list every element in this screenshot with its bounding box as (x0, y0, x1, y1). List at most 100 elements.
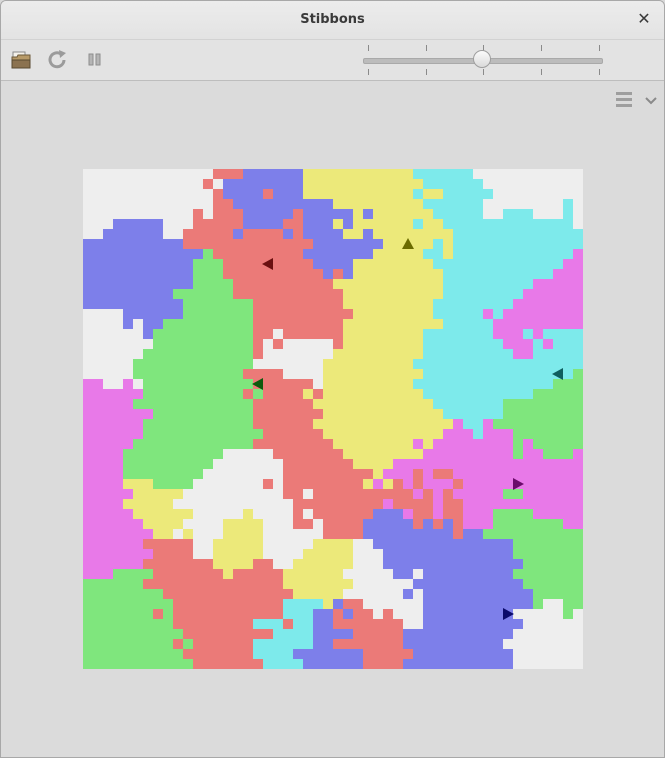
world-patch (383, 549, 393, 559)
world-patch (403, 229, 413, 239)
world-patch (163, 639, 173, 649)
world-patch (163, 389, 173, 399)
world-patch (483, 509, 493, 519)
world-patch (113, 259, 123, 269)
world-patch (493, 519, 503, 529)
world-patch (193, 259, 203, 269)
world-patch (553, 439, 563, 449)
world-patch (303, 479, 313, 489)
world-patch (373, 349, 383, 359)
world-patch (263, 419, 273, 429)
chevron-down-icon[interactable] (644, 92, 658, 105)
world-patch (213, 289, 223, 299)
world-patch (483, 439, 493, 449)
world-patch (93, 419, 103, 429)
world-patch (503, 209, 513, 219)
world-patch (273, 609, 283, 619)
world-patch (223, 189, 233, 199)
world-patch (243, 299, 253, 309)
world-patch (573, 569, 583, 579)
world-patch (223, 219, 233, 229)
world-patch (423, 489, 433, 499)
world-patch (93, 429, 103, 439)
world-patch (423, 329, 433, 339)
world-patch (83, 549, 93, 559)
world-patch (503, 359, 513, 369)
world-patch (273, 249, 283, 259)
world-patch (543, 369, 553, 379)
world-patch (283, 319, 293, 329)
world-patch (213, 279, 223, 289)
world-patch (523, 509, 533, 519)
world-patch (113, 459, 123, 469)
world-patch (293, 519, 303, 529)
world-patch (263, 559, 273, 569)
world-patch (333, 289, 343, 299)
world-patch (533, 479, 543, 489)
world-patch (353, 459, 363, 469)
world-patch (323, 409, 333, 419)
world-patch (563, 539, 573, 549)
world-patch (183, 599, 193, 609)
world-patch (523, 499, 533, 509)
world-patch (263, 659, 273, 669)
world-patch (173, 339, 183, 349)
world-patch (313, 429, 323, 439)
world-patch (153, 319, 163, 329)
world-patch (263, 479, 273, 489)
world-patch (303, 229, 313, 239)
world-patch (563, 289, 573, 299)
world-patch (443, 259, 453, 269)
world-patch (333, 279, 343, 289)
world-patch (563, 199, 573, 209)
world-patch (423, 589, 433, 599)
world-patch (333, 609, 343, 619)
world-patch (423, 539, 433, 549)
world-patch (563, 279, 573, 289)
world-patch (143, 289, 153, 299)
world-patch (353, 489, 363, 499)
pause-icon[interactable] (83, 49, 107, 71)
world-patch (373, 379, 383, 389)
world-patch (523, 209, 533, 219)
world-patch (513, 339, 523, 349)
world-patch (423, 429, 433, 439)
world-patch (453, 469, 463, 479)
world-patch (303, 169, 313, 179)
world-patch (193, 289, 203, 299)
restart-icon[interactable] (46, 49, 70, 71)
slider-knob[interactable] (473, 50, 491, 68)
world-patch (533, 419, 543, 429)
world-patch (473, 499, 483, 509)
world-patch (513, 299, 523, 309)
world-patch (573, 559, 583, 569)
world-patch (83, 279, 93, 289)
world-patch (403, 399, 413, 409)
world-patch (293, 229, 303, 239)
world-patch (233, 329, 243, 339)
world-patch (303, 409, 313, 419)
world-patch (393, 339, 403, 349)
open-folder-icon[interactable] (10, 49, 34, 71)
hamburger-menu-icon[interactable] (614, 89, 636, 109)
speed-slider[interactable] (361, 45, 605, 75)
world-patch (443, 229, 453, 239)
world-patch (403, 529, 413, 539)
close-icon[interactable]: ✕ (634, 9, 654, 29)
world-patch (433, 559, 443, 569)
world-patch (433, 379, 443, 389)
world-patch (273, 429, 283, 439)
world-patch (473, 599, 483, 609)
world-patch (393, 469, 403, 479)
world-canvas[interactable] (83, 169, 583, 669)
world-patch (283, 329, 293, 339)
world-patch (263, 219, 273, 229)
world-patch (463, 329, 473, 339)
world-patch (133, 599, 143, 609)
world-patch (293, 169, 303, 179)
world-patch (243, 279, 253, 289)
world-patch (413, 519, 423, 529)
world-patch (423, 359, 433, 369)
world-patch (413, 299, 423, 309)
world-patch (273, 419, 283, 429)
